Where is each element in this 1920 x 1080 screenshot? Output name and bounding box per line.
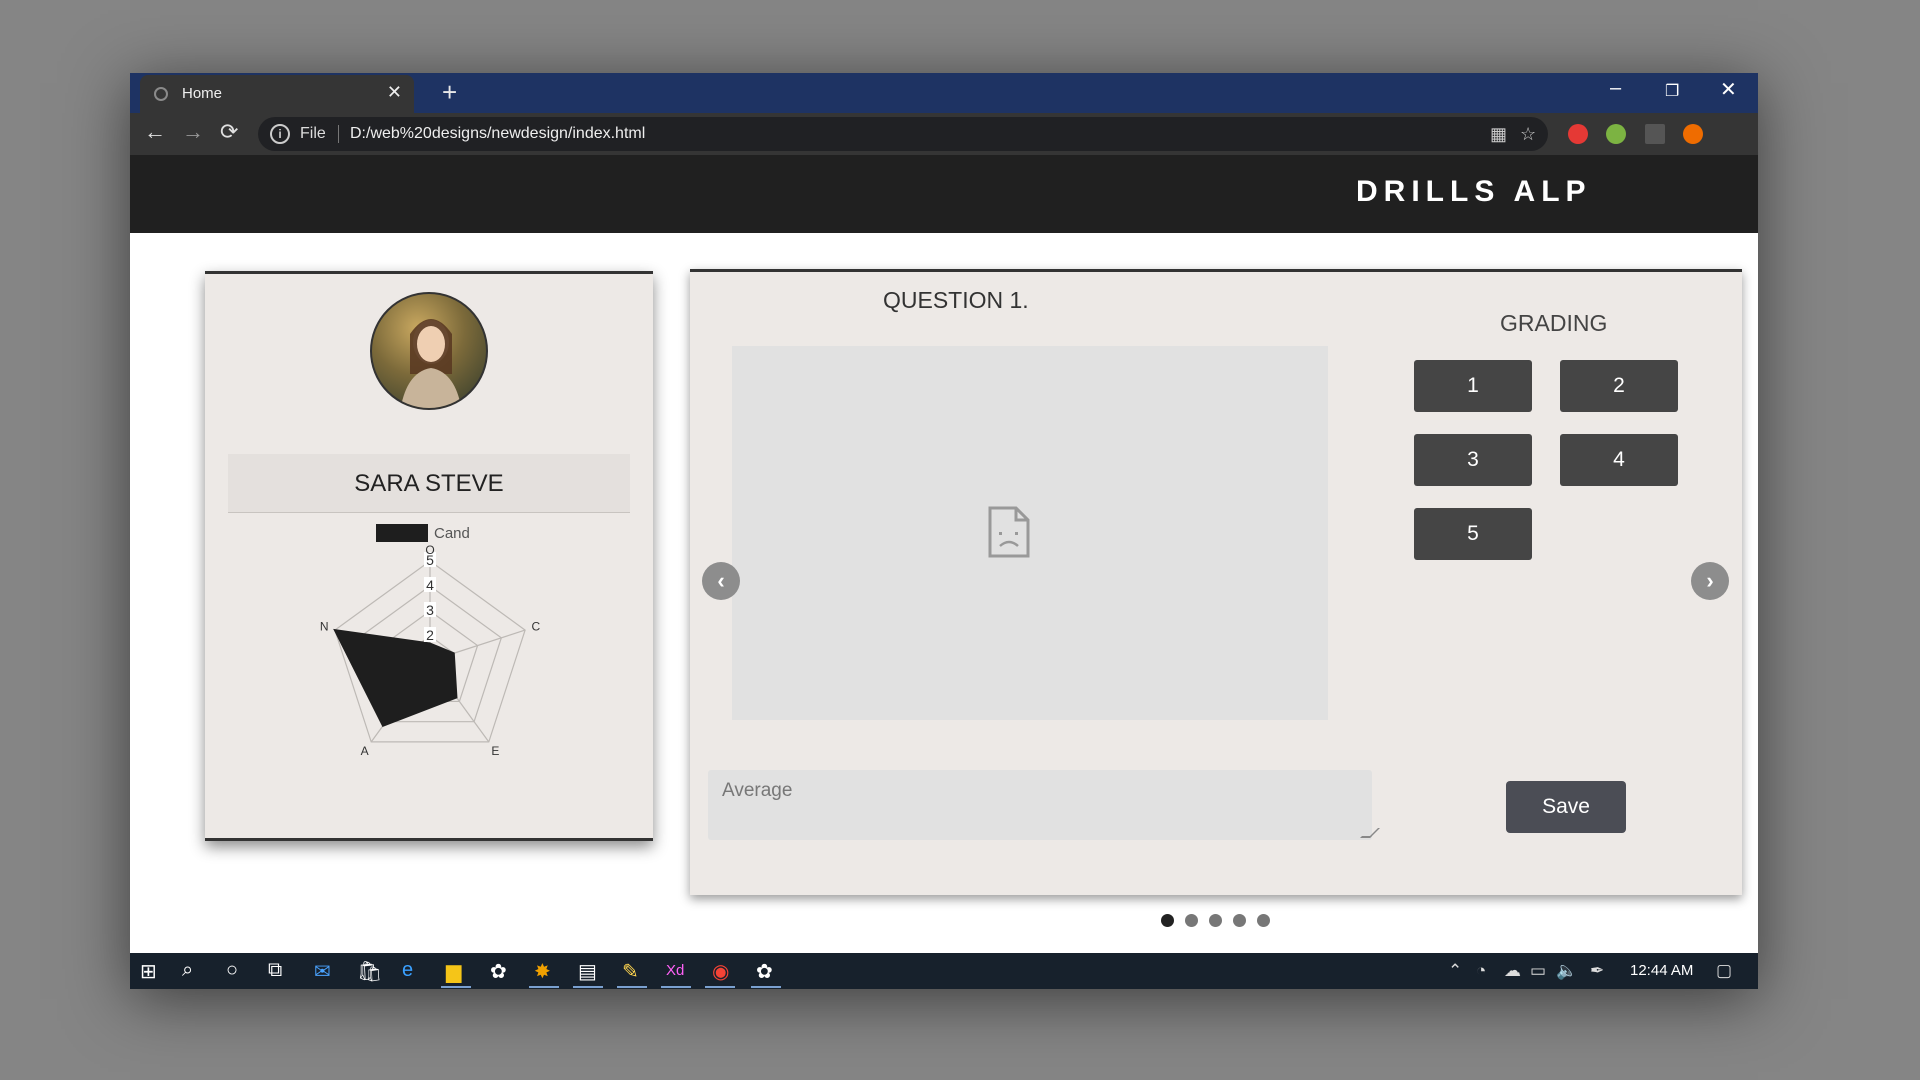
extension-stop-icon[interactable] (1568, 124, 1588, 144)
site-header: DRILLS ALP (130, 155, 1758, 233)
minimize-button[interactable]: – (1610, 77, 1621, 100)
radar-series-cand (333, 628, 458, 727)
carousel-dot[interactable] (1209, 914, 1222, 927)
tab-close-icon[interactable]: ✕ (387, 82, 402, 103)
info-icon[interactable]: i (270, 124, 290, 144)
store-icon[interactable]: 🛍 (357, 959, 382, 984)
chrome-icon[interactable]: ◉ (712, 959, 729, 984)
running-indicator (705, 986, 735, 988)
grade-button-5[interactable]: 5 (1414, 508, 1532, 560)
radar-axis-label: N (320, 620, 329, 634)
mail-icon[interactable]: ✉ (314, 959, 331, 984)
candidate-name: SARA STEVE (354, 470, 504, 497)
edge-icon[interactable]: e (402, 959, 413, 982)
question-card: QUESTION 1. GRADING 1 2 3 4 5 Average Sa… (690, 269, 1742, 895)
file-explorer-icon[interactable]: ▆ (446, 959, 461, 984)
reload-icon[interactable]: ⟳ (220, 119, 238, 145)
pen-icon[interactable]: ✒ (1590, 961, 1604, 981)
radar-tick-label: 2 (426, 627, 434, 643)
browser-toolbar: ← → ⟳ i File D:/web%20designs/newdesign/… (130, 113, 1758, 155)
tab-title: Home (182, 85, 223, 102)
radar-axis-label: E (491, 744, 499, 758)
legend-swatch (376, 524, 428, 542)
radar-tick-label: 3 (426, 602, 434, 618)
resize-handle-icon[interactable] (1360, 828, 1380, 838)
app-icon[interactable]: ✿ (490, 959, 507, 984)
app-icon[interactable]: ✿ (756, 959, 773, 984)
running-indicator (573, 986, 603, 988)
forward-arrow-icon[interactable]: → (182, 119, 204, 145)
radar-axis-label: A (361, 744, 369, 758)
radar-axis-label: O (425, 543, 434, 557)
running-indicator (441, 986, 471, 988)
carousel-next-icon[interactable]: › (1691, 562, 1729, 600)
grade-button-3[interactable]: 3 (1414, 434, 1532, 486)
grade-button-1[interactable]: 1 (1414, 360, 1532, 412)
notification-icon[interactable]: ▢ (1716, 961, 1732, 981)
extension-orange-icon[interactable] (1683, 124, 1703, 144)
notepad-icon[interactable]: ✎ (622, 959, 639, 984)
average-textarea[interactable]: Average (708, 770, 1380, 840)
url-scheme-label: File (300, 125, 326, 142)
translate-icon[interactable]: ▦ (1490, 124, 1507, 145)
browser-window: Home ✕ + – ❐ ✕ ← → ⟳ i File D:/web%20des… (130, 73, 1758, 989)
grade-button-4[interactable]: 4 (1560, 434, 1678, 486)
app-icon[interactable]: ▤ (578, 959, 597, 984)
title-bar: Home ✕ + – ❐ ✕ (130, 73, 1758, 113)
question-title: QUESTION 1. (883, 287, 1029, 313)
carousel-dot[interactable] (1161, 914, 1174, 927)
close-window-button[interactable]: ✕ (1720, 77, 1737, 102)
running-indicator (529, 986, 559, 988)
cortana-icon[interactable]: ○ (226, 959, 238, 982)
radar-chart: Cand2345OCEAN (320, 524, 540, 758)
carousel-indicators (1161, 914, 1281, 932)
windows-start-icon[interactable]: ⊞ (140, 959, 157, 984)
browser-tab[interactable]: Home ✕ (140, 75, 414, 113)
profile-card: SARA STEVE Cand 2 3 4 5 O C E A N (205, 271, 653, 841)
carousel-dot[interactable] (1233, 914, 1246, 927)
extension-pdf-icon[interactable] (1645, 124, 1665, 144)
avatar (370, 292, 488, 410)
divider (338, 125, 339, 143)
bookmark-star-icon[interactable]: ☆ (1520, 124, 1536, 145)
network-icon[interactable]: ◔ (1476, 961, 1486, 981)
globe-icon (154, 87, 168, 101)
question-image (732, 346, 1328, 720)
carousel-dot[interactable] (1185, 914, 1198, 927)
address-bar[interactable]: i File D:/web%20designs/newdesign/index.… (258, 117, 1548, 151)
url-text[interactable]: D:/web%20designs/newdesign/index.html (350, 125, 645, 143)
restore-button[interactable]: ❐ (1665, 81, 1679, 101)
extension-leaf-icon[interactable] (1606, 124, 1626, 144)
running-indicator (751, 986, 781, 988)
name-band: SARA STEVE (228, 454, 630, 513)
person-photo-icon (400, 319, 462, 408)
radar-tick-label: 4 (426, 577, 434, 593)
grade-button-2[interactable]: 2 (1560, 360, 1678, 412)
radar-axis-label: C (531, 620, 540, 634)
tray-chevron-icon[interactable]: ⌃ (1448, 961, 1462, 981)
running-indicator (617, 986, 647, 988)
back-arrow-icon[interactable]: ← (144, 119, 166, 145)
running-indicator (661, 986, 691, 988)
windows-taskbar: ⊞ ⌕ ○ ⧉ ✉ 🛍 e ▆ ✿ ✸ ▤ ✎ Xd ◉ ✿ ⌃ ◔ ☁ ▭ 🔈… (130, 953, 1758, 989)
adobe-xd-icon[interactable]: Xd (666, 962, 684, 979)
onedrive-icon[interactable]: ☁ (1504, 961, 1521, 981)
carousel-dot[interactable] (1257, 914, 1270, 927)
grading-title: GRADING (1500, 310, 1608, 336)
legend-label: Cand (434, 525, 470, 542)
average-placeholder: Average (722, 780, 793, 801)
broken-image-icon (988, 506, 1030, 558)
save-button[interactable]: Save (1506, 781, 1626, 833)
app-icon[interactable]: ✸ (534, 959, 551, 984)
clock[interactable]: 12:44 AM (1630, 962, 1693, 979)
volume-icon[interactable]: 🔈 (1556, 961, 1577, 981)
task-view-icon[interactable]: ⧉ (268, 959, 282, 982)
new-tab-button[interactable]: + (442, 77, 457, 108)
brand-title: DRILLS ALP (1356, 175, 1592, 208)
carousel-prev-icon[interactable]: ‹ (702, 562, 740, 600)
search-icon[interactable]: ⌕ (182, 959, 193, 982)
battery-icon[interactable]: ▭ (1530, 961, 1546, 981)
